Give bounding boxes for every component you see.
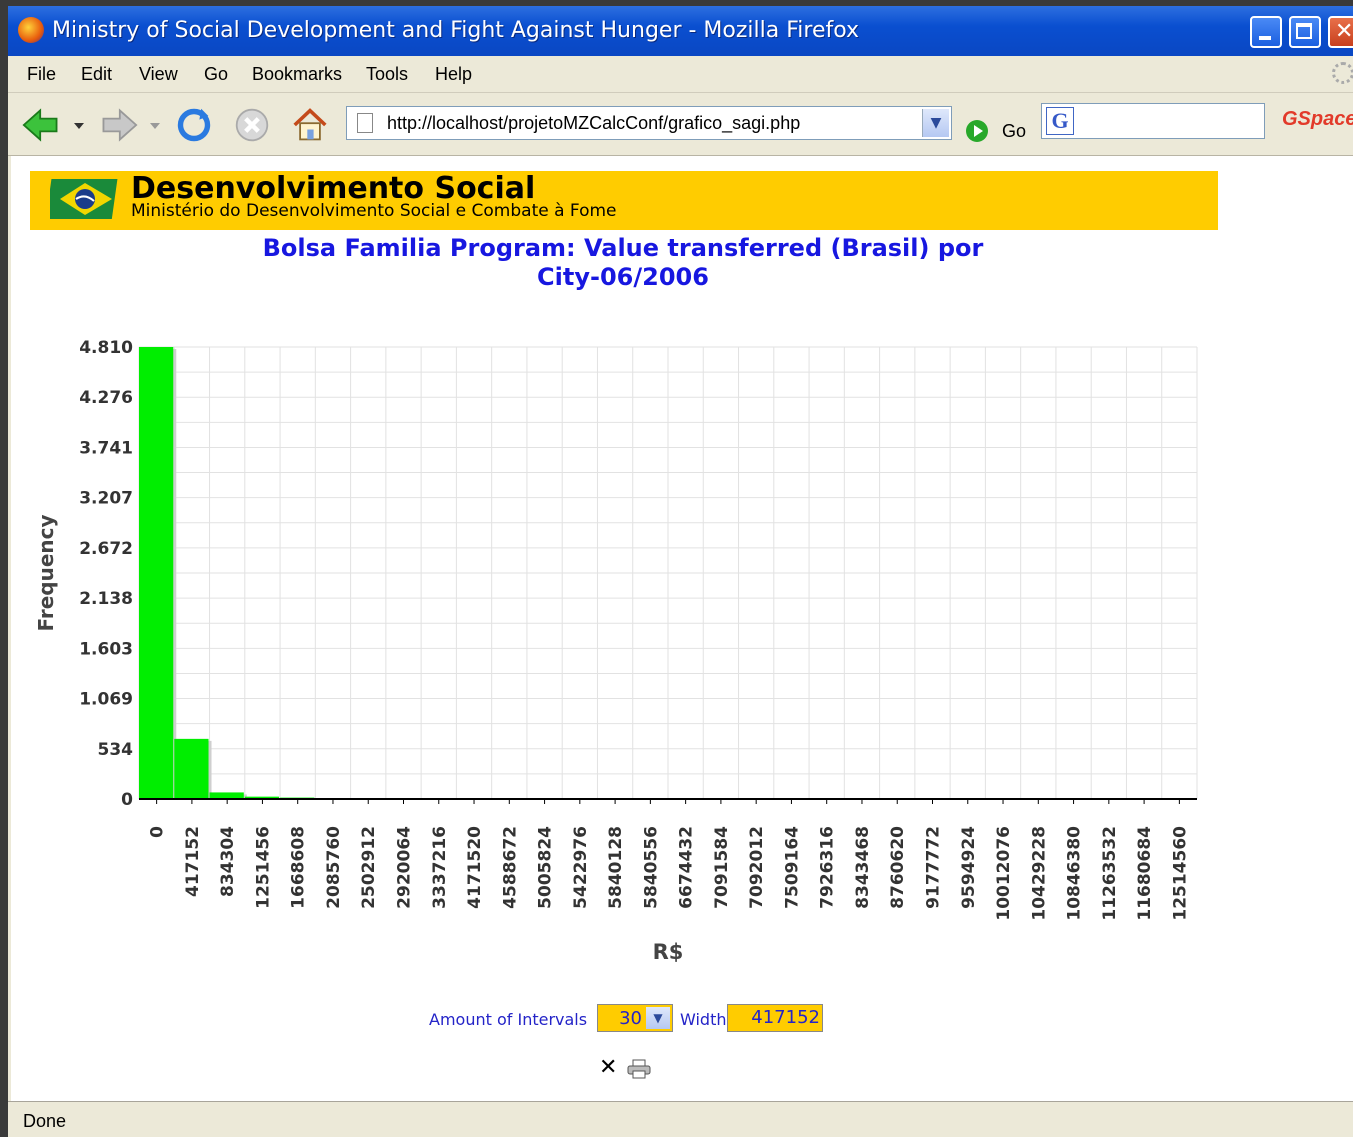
x-tick-label: 5422976 bbox=[571, 826, 591, 909]
menu-view[interactable]: View bbox=[139, 64, 178, 85]
x-tick-label: 12514560 bbox=[1170, 826, 1190, 921]
x-tick-label: 6674432 bbox=[677, 826, 697, 909]
x-tick-label: 8343468 bbox=[853, 826, 873, 909]
y-tick-label: 3.207 bbox=[79, 489, 133, 509]
page-content: Desenvolvimento Social Ministério do Des… bbox=[11, 156, 1353, 1101]
x-tick-label: 9177772 bbox=[924, 826, 944, 909]
menu-file[interactable]: File bbox=[27, 64, 56, 85]
width-label: Width bbox=[680, 1010, 727, 1029]
forward-arrow-icon[interactable] bbox=[98, 107, 138, 143]
menu-bar: File Edit View Go Bookmarks Tools Help bbox=[8, 56, 1353, 93]
maximize-button[interactable] bbox=[1289, 16, 1321, 48]
search-input[interactable]: G bbox=[1041, 103, 1265, 139]
x-tick-label: 2920064 bbox=[395, 826, 415, 909]
intervals-label: Amount of Intervals bbox=[429, 1010, 588, 1029]
menu-tools[interactable]: Tools bbox=[366, 64, 408, 85]
x-tick-label: 5840556 bbox=[641, 826, 661, 909]
chart-title: Bolsa Familia Program: Value transferred… bbox=[262, 234, 984, 291]
x-tick-label: 10012076 bbox=[994, 826, 1014, 921]
stop-icon[interactable] bbox=[232, 107, 272, 143]
back-dropdown-icon[interactable] bbox=[72, 107, 86, 143]
intervals-value: 30 bbox=[619, 1008, 642, 1029]
y-tick-label: 2.672 bbox=[79, 539, 133, 559]
y-tick-label: 1.603 bbox=[79, 639, 133, 659]
x-tick-label: 7092012 bbox=[747, 826, 767, 909]
url-text[interactable]: http://localhost/projetoMZCalcConf/grafi… bbox=[387, 113, 800, 134]
x-tick-label: 10846380 bbox=[1065, 826, 1085, 921]
status-bar: Done bbox=[8, 1101, 1353, 1137]
x-tick-label: 1251456 bbox=[253, 826, 273, 909]
gspace-button[interactable]: GSpace bbox=[1282, 108, 1353, 131]
histogram-bar bbox=[174, 738, 209, 799]
histogram-bar bbox=[139, 347, 174, 799]
x-tick-label: 4588672 bbox=[500, 826, 520, 909]
x-tick-label: 2502912 bbox=[359, 826, 379, 909]
reload-icon[interactable] bbox=[174, 107, 214, 143]
x-tick-label: 9594924 bbox=[959, 826, 979, 909]
x-tick-label: 10429228 bbox=[1029, 826, 1049, 921]
y-axis-label: Frequency bbox=[34, 514, 58, 631]
x-tick-label: 834304 bbox=[218, 826, 238, 897]
close-chart-icon[interactable]: ✕ bbox=[599, 1055, 617, 1080]
x-tick-label: 7509164 bbox=[782, 826, 802, 909]
throbber-icon bbox=[1332, 62, 1353, 84]
x-tick-label: 8760620 bbox=[888, 826, 908, 909]
url-dropdown-button[interactable]: ▼ bbox=[922, 109, 949, 137]
page-icon bbox=[357, 113, 373, 133]
close-button[interactable]: ✕ bbox=[1328, 16, 1353, 48]
x-tick-label: 417152 bbox=[183, 826, 203, 897]
menu-edit[interactable]: Edit bbox=[81, 64, 112, 85]
window-title: Ministry of Social Development and Fight… bbox=[52, 18, 860, 43]
address-bar[interactable]: http://localhost/projetoMZCalcConf/grafi… bbox=[346, 106, 952, 140]
x-tick-label: 11680684 bbox=[1135, 826, 1155, 921]
forward-dropdown-icon[interactable] bbox=[148, 107, 162, 143]
x-tick-label: 11263532 bbox=[1100, 826, 1120, 921]
intervals-select[interactable]: 30 ▼ bbox=[597, 1004, 673, 1032]
y-tick-label: 1.069 bbox=[79, 690, 133, 710]
minimize-button[interactable] bbox=[1250, 16, 1282, 48]
x-tick-label: 3337216 bbox=[430, 826, 450, 909]
firefox-icon bbox=[18, 17, 44, 43]
width-field[interactable]: 417152 bbox=[727, 1004, 823, 1032]
x-tick-label: 2085760 bbox=[324, 826, 344, 909]
histogram-chart: 0 534 1.069 1.603 2.138 2.672 3.207 3.741 4.276 4… bbox=[34, 338, 1198, 964]
brazil-flag-logo bbox=[50, 179, 118, 219]
banner-subtitle: Ministério do Desenvolvimento Social e C… bbox=[131, 201, 617, 221]
x-axis-label: R$ bbox=[653, 940, 684, 964]
x-tick-label: 1668608 bbox=[289, 826, 309, 909]
x-tick-label: 7926316 bbox=[818, 826, 838, 909]
x-tick-label: 4171520 bbox=[465, 826, 485, 909]
y-tick-label: 3.741 bbox=[79, 438, 133, 458]
y-tick-label: 2.138 bbox=[79, 589, 133, 609]
y-tick-label: 0 bbox=[121, 790, 133, 810]
close-icon: ✕ bbox=[1335, 19, 1353, 44]
browser-window: Ministry of Social Development and Fight… bbox=[8, 6, 1353, 1137]
go-icon[interactable] bbox=[966, 120, 988, 142]
status-text: Done bbox=[23, 1111, 67, 1131]
back-arrow-icon[interactable] bbox=[22, 107, 62, 143]
menu-help[interactable]: Help bbox=[435, 64, 472, 85]
go-button[interactable]: Go bbox=[1002, 121, 1026, 142]
y-tick-label: 4.276 bbox=[79, 388, 133, 408]
google-search-icon[interactable]: G bbox=[1046, 107, 1074, 135]
print-icon[interactable] bbox=[627, 1059, 651, 1079]
x-tick-label: 0 bbox=[148, 826, 168, 838]
x-tick-label: 5005824 bbox=[536, 826, 556, 909]
y-tick-label: 534 bbox=[98, 740, 134, 760]
menu-bookmarks[interactable]: Bookmarks bbox=[252, 64, 342, 85]
title-bar: Ministry of Social Development and Fight… bbox=[8, 6, 1353, 56]
site-banner: Desenvolvimento Social Ministério do Des… bbox=[30, 171, 1218, 230]
x-tick-label: 7091584 bbox=[712, 826, 732, 909]
x-tick-label: 5840128 bbox=[606, 826, 626, 909]
home-icon[interactable] bbox=[290, 107, 330, 143]
menu-go[interactable]: Go bbox=[204, 64, 228, 85]
y-tick-label: 4.810 bbox=[79, 338, 133, 358]
chevron-down-icon[interactable]: ▼ bbox=[646, 1007, 670, 1029]
